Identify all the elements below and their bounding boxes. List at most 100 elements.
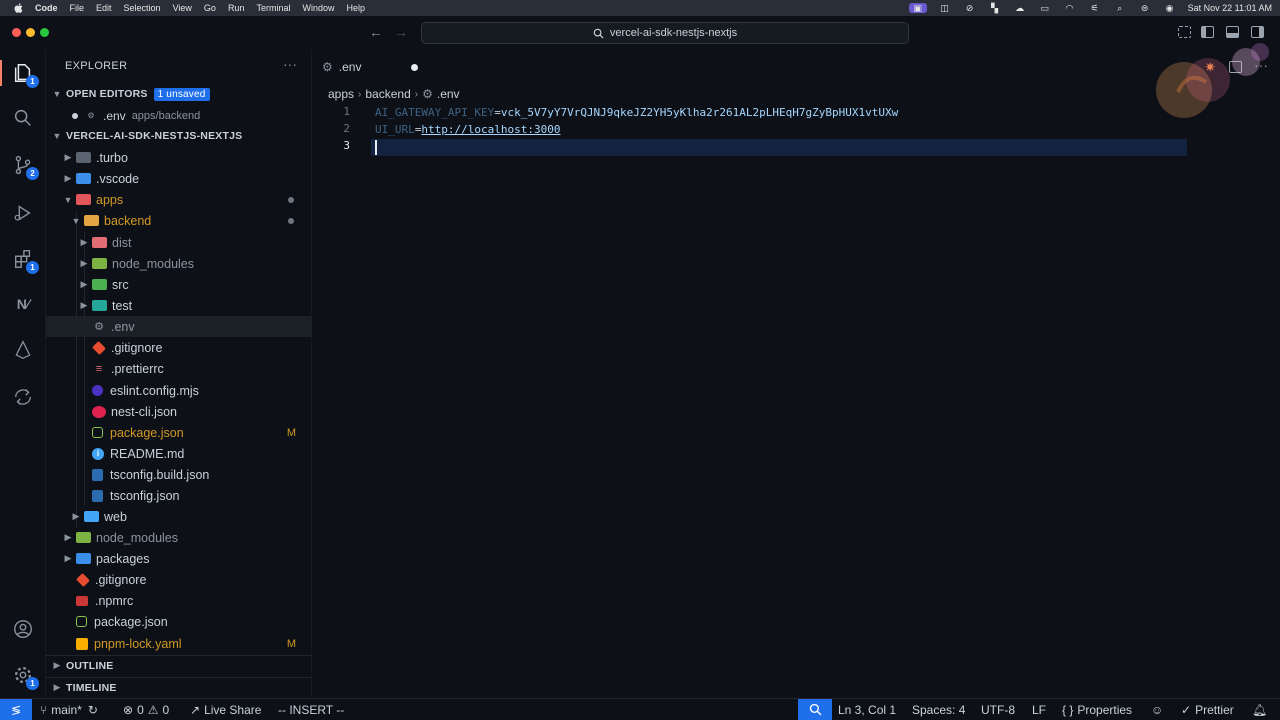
tree-item-gitignore[interactable]: .gitignore (46, 337, 312, 358)
menu-terminal[interactable]: Terminal (256, 3, 290, 13)
minimize-window-button[interactable] (26, 28, 35, 37)
back-arrow-icon[interactable]: ← (369, 24, 383, 40)
tree-item-package-json[interactable]: package.json M (46, 422, 312, 443)
tree-item-root-node-modules[interactable]: ▶ node_modules (46, 527, 312, 548)
tree-item-npmrc[interactable]: .npmrc (46, 590, 312, 611)
spotlight-icon[interactable]: ⌕ (1113, 3, 1127, 13)
notifications-status[interactable]: 🔔︎ (1252, 699, 1267, 720)
tree-item-turbo[interactable]: ▶ .turbo (46, 147, 312, 168)
unsaved-dot-icon[interactable] (411, 63, 418, 71)
tree-item-apps[interactable]: ▼ apps (46, 189, 312, 210)
menubar-clock[interactable]: Sat Nov 22 11:01 AM (1188, 3, 1272, 13)
toggle-panel-icon[interactable] (1226, 26, 1239, 38)
live-share-activity[interactable] (10, 384, 36, 410)
code-line[interactable]: UI_URL=http://localhost:3000 (375, 122, 560, 138)
timeline-header[interactable]: ▶ TIMELINE (46, 677, 312, 697)
breadcrumb-apps[interactable]: apps (328, 87, 354, 101)
dist-folder-icon (92, 237, 107, 248)
git-icon (92, 340, 106, 355)
menu-go[interactable]: Go (204, 3, 216, 13)
tree-item-eslint[interactable]: eslint.config.mjs (46, 380, 312, 401)
explorer-activity[interactable]: 1 (10, 60, 39, 88)
tree-item-root-gitignore[interactable]: .gitignore (46, 569, 312, 590)
tree-item-tsconfig-build[interactable]: tsconfig.build.json (46, 464, 312, 485)
open-editor-item[interactable]: ⚙ .env apps/backend (46, 105, 312, 126)
menu-run[interactable]: Run (228, 3, 245, 13)
problems-status[interactable]: ⊗ 0 ⚠ 0 (123, 699, 169, 720)
toggle-sidebar-icon[interactable] (1201, 26, 1214, 38)
tree-item-tsconfig[interactable]: tsconfig.json (46, 485, 312, 506)
env-url-link[interactable]: http://localhost:3000 (421, 123, 560, 136)
breadcrumb-file[interactable]: .env (437, 87, 460, 101)
siri-icon[interactable]: ◉ (1163, 3, 1177, 13)
tree-item-node-modules[interactable]: ▶ node_modules (46, 253, 312, 274)
tree-item-dist[interactable]: ▶ dist (46, 232, 312, 253)
open-editors-header[interactable]: ▼ OPEN EDITORS 1 unsaved (46, 84, 312, 104)
eol-status[interactable]: LF (1032, 699, 1046, 720)
branch-status[interactable]: ⑂ main* ↻ (40, 699, 98, 720)
project-header[interactable]: ▼ VERCEL-AI-SDK-NESTJS-NEXTJS (46, 126, 312, 146)
copilot-icon[interactable] (1178, 26, 1191, 38)
tree-item-readme[interactable]: i README.md (46, 443, 312, 464)
outline-header[interactable]: ▶ OUTLINE (46, 655, 312, 675)
cloud-icon[interactable]: ☁ (1013, 3, 1027, 13)
tree-item-web[interactable]: ▶ web (46, 506, 312, 527)
apple-icon[interactable] (13, 2, 25, 14)
tree-item-vscode[interactable]: ▶ .vscode (46, 168, 312, 189)
tree-item-src[interactable]: ▶ src (46, 274, 312, 295)
menu-code[interactable]: Code (35, 3, 58, 13)
live-share-status[interactable]: ↗ Live Share (190, 699, 261, 720)
search-activity[interactable] (10, 105, 36, 131)
backend-folder-icon (84, 215, 99, 226)
menu-edit[interactable]: Edit (96, 3, 112, 13)
command-center-search[interactable]: vercel-ai-sdk-nestjs-nextjs (421, 22, 909, 44)
cursor-position-status[interactable]: Ln 3, Col 1 (838, 699, 896, 720)
menu-file[interactable]: File (70, 3, 85, 13)
extensions-activity[interactable]: 1 (10, 246, 39, 274)
encoding-status[interactable]: UTF-8 (981, 699, 1015, 720)
toggle-icon[interactable]: ⊜ (1138, 3, 1152, 13)
tree-item-root-package-json[interactable]: package.json (46, 611, 312, 632)
code-line[interactable]: AI_GATEWAY_API_KEY=vck_5V7yY7VrQJNJ9qkeJ… (375, 105, 898, 121)
tree-item-backend[interactable]: ▼ backend (46, 210, 312, 231)
menu-window[interactable]: Window (302, 3, 334, 13)
accounts-activity[interactable] (10, 616, 36, 642)
zoom-window-button[interactable] (40, 28, 49, 37)
branch-name: main* (51, 702, 82, 717)
unsaved-dot-icon[interactable] (72, 112, 78, 119)
forward-arrow-icon[interactable]: → (394, 24, 408, 40)
more-actions-icon[interactable]: ··· (283, 56, 297, 72)
focus-icon[interactable]: ⊘ (963, 3, 977, 13)
prisma-activity[interactable] (10, 337, 36, 363)
camera-icon[interactable]: ◫ (938, 3, 952, 13)
tab-env[interactable]: ⚙ .env (312, 50, 430, 84)
tree-item-test[interactable]: ▶ test (46, 295, 312, 316)
screen-record-icon[interactable]: ▣ (908, 3, 927, 13)
toggle-secondary-sidebar-icon[interactable] (1251, 26, 1264, 38)
indentation-status[interactable]: Spaces: 4 (912, 699, 965, 720)
manage-activity[interactable]: 1 (10, 662, 39, 690)
tree-item-nest-cli[interactable]: nest-cli.json (46, 401, 312, 422)
nx-console-activity[interactable]: N⁄ (10, 291, 36, 317)
zoom-status[interactable] (798, 699, 832, 720)
battery-icon[interactable]: ▭ (1038, 3, 1052, 13)
close-window-button[interactable] (12, 28, 21, 37)
menu-selection[interactable]: Selection (124, 3, 161, 13)
tree-item-packages[interactable]: ▶ packages (46, 548, 312, 569)
source-control-activity[interactable]: 2 (10, 152, 39, 180)
tree-item-env[interactable]: ⚙ .env (46, 316, 312, 337)
run-debug-activity[interactable] (10, 200, 36, 226)
app-tray-icon[interactable]: ▚ (988, 3, 1002, 13)
language-mode-status[interactable]: { } Properties (1062, 699, 1132, 720)
copilot-status[interactable]: ☺ (1151, 699, 1163, 720)
menu-help[interactable]: Help (346, 3, 365, 13)
tree-item-prettierrc[interactable]: ≡ .prettierrc (46, 358, 312, 379)
menu-view[interactable]: View (173, 3, 192, 13)
remote-indicator[interactable]: ≶ (0, 699, 32, 720)
sync-icon[interactable]: ↻ (88, 703, 98, 717)
prettier-status[interactable]: ✓ Prettier (1181, 699, 1234, 720)
control-center-icon[interactable]: ⚟ (1088, 3, 1102, 13)
breadcrumb-backend[interactable]: backend (365, 87, 410, 101)
wifi-icon[interactable]: ◠ (1063, 3, 1077, 13)
tree-item-pnpm-lock[interactable]: pnpm-lock.yaml M (46, 633, 312, 654)
